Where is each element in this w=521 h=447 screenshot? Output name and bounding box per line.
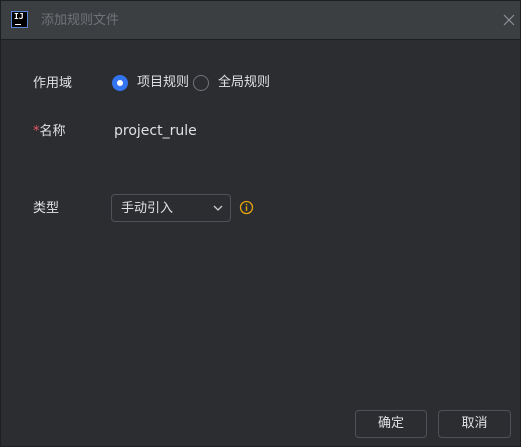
name-label-group: *名称 [33,123,66,141]
name-field[interactable]: project_rule [114,122,197,141]
radio-project-rule-label[interactable]: 项目规则 [137,74,189,92]
cancel-button[interactable]: 取消 [438,410,511,438]
ok-button[interactable]: 确定 [355,410,427,438]
info-icon[interactable] [239,200,254,215]
radio-global-rule[interactable] [193,75,209,91]
type-select-value: 手动引入 [121,201,174,216]
title-bar: IJ 添加规则文件 [1,1,520,40]
dialog-title: 添加规则文件 [41,13,120,28]
chevron-down-icon [213,205,223,211]
radio-global-rule-label[interactable]: 全局规则 [218,74,270,92]
radio-project-rule[interactable] [112,75,128,91]
scope-label: 作用域 [33,76,73,91]
add-rule-file-dialog: IJ 添加规则文件 作用域 项目规则 全局规则 *名称 project_rule… [0,0,521,447]
close-icon [503,14,515,26]
app-icon-text: IJ [14,12,24,21]
name-label: 名称 [39,124,66,139]
type-select[interactable]: 手动引入 [111,194,231,222]
intellij-idea-icon: IJ [11,11,28,28]
close-button[interactable] [498,9,520,31]
type-label: 类型 [33,201,60,216]
